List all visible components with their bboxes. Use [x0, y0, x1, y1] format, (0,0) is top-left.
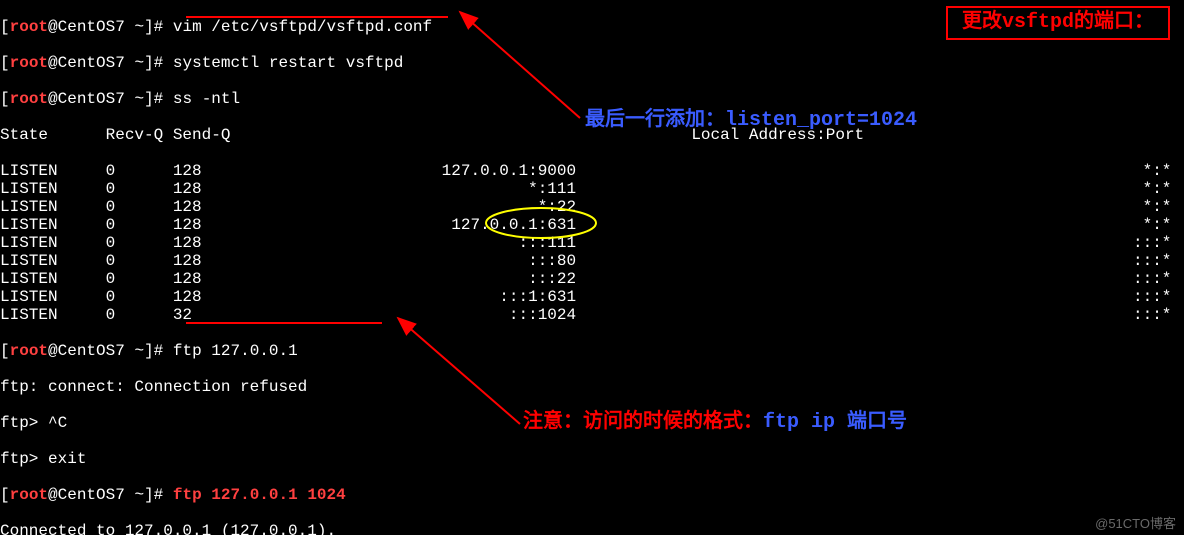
output-line: Connected to 127.0.0.1 (127.0.0.1).: [0, 522, 1184, 535]
command-text: systemctl restart vsftpd: [173, 54, 403, 72]
prompt-line: [root@CentOS7 ~]# systemctl restart vsft…: [0, 54, 1184, 72]
ss-row: LISTEN 0 128 *:22 *:*: [0, 198, 1184, 216]
output-line: ftp> exit: [0, 450, 1184, 468]
prompt-line: [root@CentOS7 ~]# ftp 127.0.0.1 1024: [0, 486, 1184, 504]
highlighted-command: ftp 127.0.0.1 1024: [173, 486, 346, 504]
command-text: vim /etc/vsftpd/vsftpd.conf: [173, 18, 432, 36]
output-line: ftp: connect: Connection refused: [0, 378, 1184, 396]
ss-row: LISTEN 0 128 :::111 :::*: [0, 234, 1184, 252]
ss-row: LISTEN 0 128 :::1:631 :::*: [0, 288, 1184, 306]
annotation-format-note: 注意：访问的时候的格式：ftp ip 端口号: [523, 414, 907, 432]
prompt-line: [root@CentOS7 ~]# ss -ntl: [0, 90, 1184, 108]
annotation-box-title: 更改vsftpd的端口：: [946, 6, 1170, 40]
underline-cmd5: [186, 322, 382, 324]
watermark: @51CTO博客: [1095, 515, 1176, 533]
ss-row: LISTEN 0 128 127.0.0.1:631 *:*: [0, 216, 1184, 234]
ss-body: LISTEN 0 128 127.0.0.1:9000 *:*LISTEN 0 …: [0, 162, 1184, 324]
annotation-append-line: 最后一行添加：listen_port=1024: [585, 112, 917, 130]
prompt-line: [root@CentOS7 ~]# ftp 127.0.0.1: [0, 342, 1184, 360]
terminal-output: [root@CentOS7 ~]# vim /etc/vsftpd/vsftpd…: [0, 0, 1184, 535]
ss-row: LISTEN 0 32 :::1024 :::*: [0, 306, 1184, 324]
ss-row: LISTEN 0 128 :::80 :::*: [0, 252, 1184, 270]
ss-row: LISTEN 0 128 :::22 :::*: [0, 270, 1184, 288]
ss-row: LISTEN 0 128 127.0.0.1:9000 *:*: [0, 162, 1184, 180]
command-text: ss -ntl: [173, 90, 240, 108]
underline-cmd1: [186, 16, 448, 18]
ss-row: LISTEN 0 128 *:111 *:*: [0, 180, 1184, 198]
command-text: ftp 127.0.0.1: [173, 342, 298, 360]
